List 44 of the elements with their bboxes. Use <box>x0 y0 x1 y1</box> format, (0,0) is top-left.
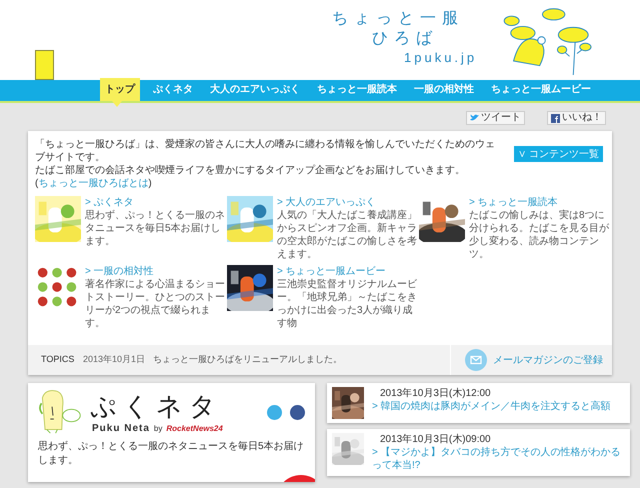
puku-neta-description: 思わず、ぷっ！とくる一服のネタニュースを毎日5本お届けします。 <box>37 440 305 468</box>
section-link[interactable]: > ちょっと一服読本 <box>469 196 611 209</box>
facebook-icon[interactable] <box>290 405 305 420</box>
character-drawing <box>38 389 82 435</box>
facebook-icon <box>551 114 560 122</box>
by-text: by <box>154 423 162 435</box>
logo-text: ちょっと一服 <box>332 10 465 28</box>
logo-text: ひろば <box>371 30 439 48</box>
section-description: 人気の「大人たばこ養成講座」からスピンオフ企画。新キャラの空太郎がたばこの愉しさを考えます。 <box>277 209 418 261</box>
nav-tab[interactable]: 一服の相対性 <box>409 78 479 101</box>
topics-label: TOPICS <box>40 353 76 366</box>
partner-logo: RocketNews24 <box>166 423 223 435</box>
tab-pointer <box>112 101 122 107</box>
nav-tab[interactable]: ちょっと一服読本 <box>312 78 402 101</box>
door-icon <box>35 50 54 80</box>
puku-neta-logo: ぷくネタ <box>90 391 223 421</box>
section-description: 三池崇史監督オリジナルムービー。「地球兄弟」～たばこをきっかけに出会った3人が織り成す物 <box>277 278 418 330</box>
newsletter-link[interactable]: メールマガジンのご登録 <box>450 345 612 375</box>
nav-tab[interactable]: 大人のエアいっぷく <box>205 78 305 101</box>
tweet-button[interactable]: ツイート <box>466 111 525 125</box>
nav-tab[interactable]: ちょっと一服ムービー <box>486 78 596 101</box>
news-link[interactable]: > 韓国の焼肉は豚肉がメイン／牛肉を注文すると高額 <box>372 400 611 413</box>
bird-icon <box>470 114 479 122</box>
contents-list-button[interactable]: ∨ コンテンツ一覧 <box>514 146 603 162</box>
nav-tab[interactable]: トップ <box>100 78 140 101</box>
logo-subtitle: Puku Neta <box>92 422 150 436</box>
section-link[interactable]: > ちょっと一服ムービー <box>277 265 419 278</box>
news-date: 2013年10月3日(木)12:00 <box>379 387 492 400</box>
section-description: 思わず、ぷっ！とくる一服のネタニュースを毎日5本お届けします。 <box>85 209 226 248</box>
intro-text: 「ちょっと一服ひろば」は、愛煙家の皆さんに大人の嗜みに纏わる情報を愉しんでいただくためのウェブサイトです。 たばこ部屋での会話ネタや喫煙ライフを豊かにするタイアップ企画などをお届けしていきます。(ちょっと一服ひろばとは) <box>35 138 496 190</box>
section-description: たばこの愉しみは、実は8つに分けられる。たばこを見る目が少し変わる、読み物コンテンツ。 <box>469 209 610 261</box>
topic-link[interactable]: ちょっと一服ひろばをリニューアルしました。 <box>153 353 342 367</box>
topic-date: 2013年10月1日 <box>83 353 146 366</box>
about-link[interactable]: ちょっと一服ひろばとは <box>38 178 148 189</box>
like-button[interactable]: いいね！ <box>547 111 606 125</box>
news-date: 2013年10月3日(木)09:00 <box>379 433 492 446</box>
logo-text: 1puku.jp <box>403 50 478 66</box>
section-link[interactable]: > 大人のエアいっぷく <box>277 196 419 209</box>
section-link[interactable]: > ぷくネタ <box>85 196 227 209</box>
news-link[interactable]: > 【マジかよ】タバコの持ち方でその人の性格がわかるって本当!? <box>372 446 626 472</box>
section-link[interactable]: > 一服の相対性 <box>85 265 227 278</box>
nav-tab[interactable]: ぷくネタ <box>148 78 198 101</box>
mail-icon <box>465 349 487 371</box>
section-description: 著名作家による心温まるショートストーリー。ひとつのストーリーが2つの視点で綴られます。 <box>85 278 226 330</box>
